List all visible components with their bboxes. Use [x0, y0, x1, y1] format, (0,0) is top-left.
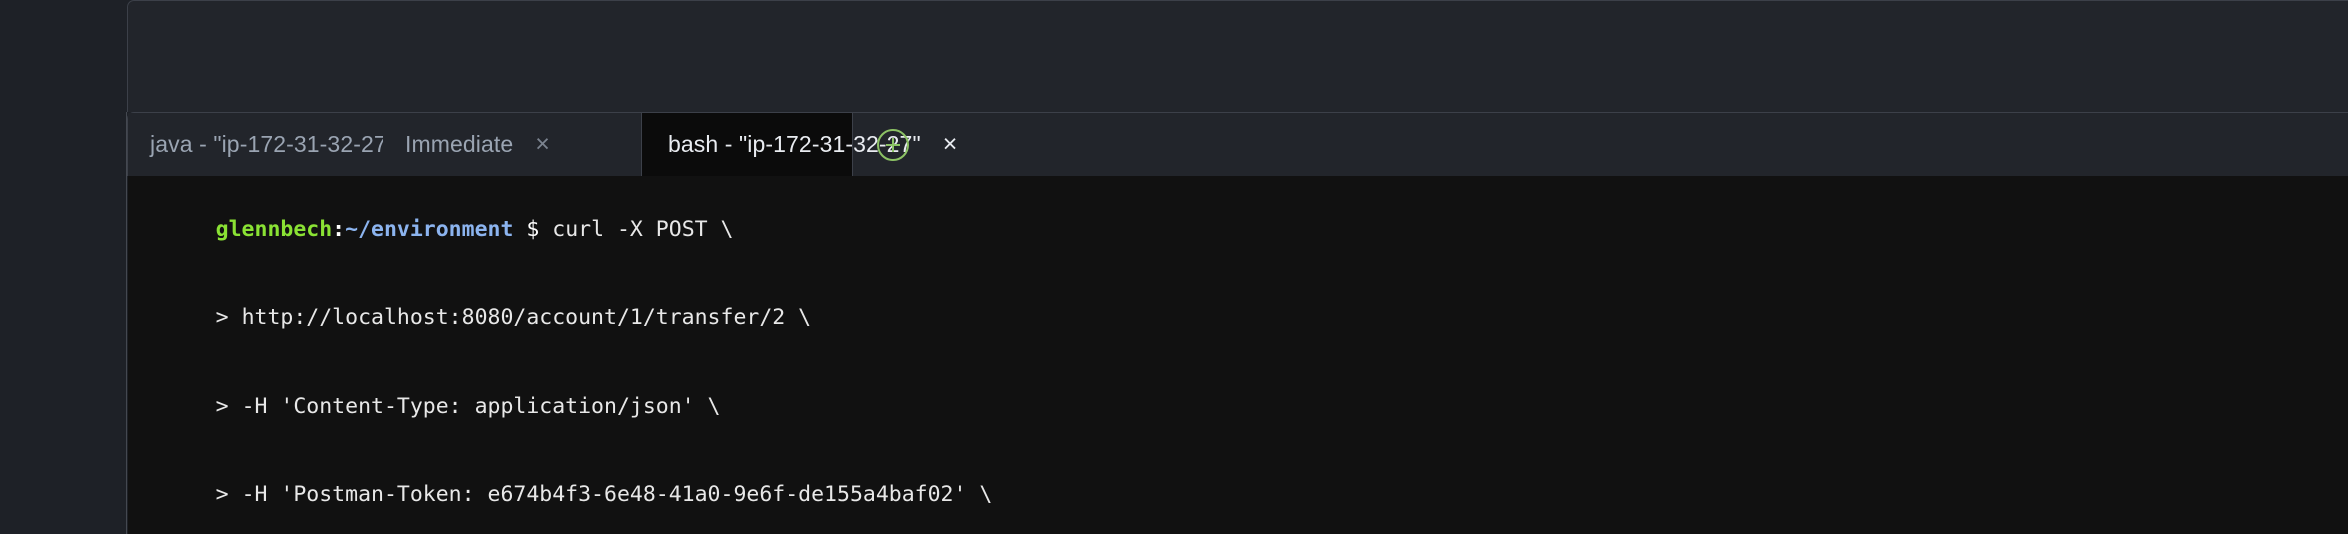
continuation-prefix: >	[215, 305, 229, 330]
tab-immediate[interactable]: Immediate ×	[383, 113, 641, 176]
upper-editor-region	[0, 0, 2348, 112]
tab-java-ip-172-31-32-27[interactable]: java - "ip-172-31-32-27" ×	[128, 113, 432, 176]
terminal-tab-bar: java - "ip-172-31-32-27" × Immediate × b…	[127, 112, 2348, 176]
prompt-path: ~/environment	[345, 216, 514, 242]
terminal-line-continuation: > -H 'Content-Type: application/json' \	[138, 362, 2348, 451]
terminal-command: curl -X POST \	[539, 216, 734, 242]
terminal-line-continuation: > http://localhost:8080/account/1/transf…	[138, 274, 2348, 363]
terminal-body[interactable]: glennbech:~/environment $ curl -X POST \…	[128, 176, 2348, 534]
tab-label: Immediate	[405, 131, 514, 157]
continuation-prefix: >	[215, 393, 229, 419]
close-icon[interactable]: ×	[943, 132, 958, 157]
tab-bash-ip-172-31-32-27[interactable]: bash - "ip-172-31-32-27" ×	[641, 113, 957, 176]
close-icon[interactable]: ×	[535, 132, 550, 157]
continuation-prefix: >	[215, 482, 229, 507]
terminal-line-continuation: > -H 'Postman-Token: e674b4f3-6e48-41a0-…	[138, 451, 2348, 534]
prompt-separator: :	[332, 216, 346, 242]
editor-panel	[127, 0, 2348, 112]
continuation-text: http://localhost:8080/account/1/transfer…	[228, 305, 812, 330]
cloud9-ide-window: java - "ip-172-31-32-27" × Immediate × b…	[0, 0, 2348, 534]
continuation-text: -H 'Content-Type: application/json' \	[228, 393, 721, 419]
tab-label: java - "ip-172-31-32-27"	[150, 131, 396, 157]
prompt-user: glennbech	[215, 216, 333, 242]
prompt-symbol: $	[526, 216, 540, 242]
plus-icon[interactable]	[877, 128, 909, 161]
continuation-text: -H 'Postman-Token: e674b4f3-6e48-41a0-9e…	[228, 482, 993, 507]
terminal-line-prompt: glennbech:~/environment $ curl -X POST \	[138, 185, 2348, 274]
